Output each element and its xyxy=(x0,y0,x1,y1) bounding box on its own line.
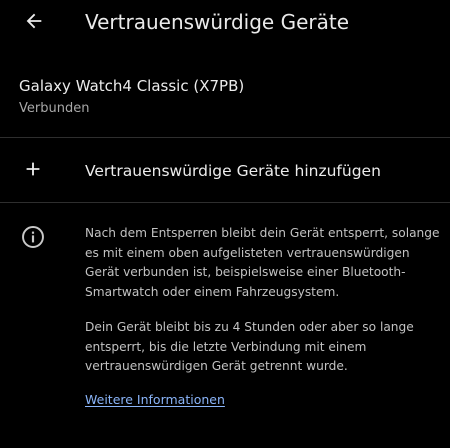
info-paragraph: Nach dem Entsperren bleibt dein Gerät en… xyxy=(85,226,440,299)
arrow-back-icon xyxy=(26,13,42,29)
app-bar: Vertrauenswürdige Geräte xyxy=(0,0,450,48)
info-section: Nach dem Entsperren bleibt dein Gerät en… xyxy=(85,224,443,409)
device-name: Galaxy Watch4 Classic (X7PB) xyxy=(19,77,245,95)
device-status: Verbunden xyxy=(19,101,90,116)
plus-icon xyxy=(26,162,40,176)
divider xyxy=(0,202,450,203)
back-button[interactable] xyxy=(18,5,50,37)
info-paragraph: Dein Gerät bleibt bis zu 4 Stunden oder … xyxy=(85,320,414,373)
learn-more-link[interactable]: Weitere Informationen xyxy=(85,390,225,409)
page-title: Vertrauenswürdige Geräte xyxy=(85,10,349,34)
trusted-device-item[interactable]: Galaxy Watch4 Classic (X7PB) Verbunden xyxy=(0,64,450,136)
divider xyxy=(0,137,450,138)
trusted-devices-screen: Vertrauenswürdige Geräte Galaxy Watch4 C… xyxy=(0,0,450,448)
info-icon xyxy=(22,226,44,248)
add-trusted-device-label: Vertrauenswürdige Geräte hinzufügen xyxy=(85,162,381,180)
add-trusted-device-button[interactable]: Vertrauenswürdige Geräte hinzufügen xyxy=(0,140,450,202)
